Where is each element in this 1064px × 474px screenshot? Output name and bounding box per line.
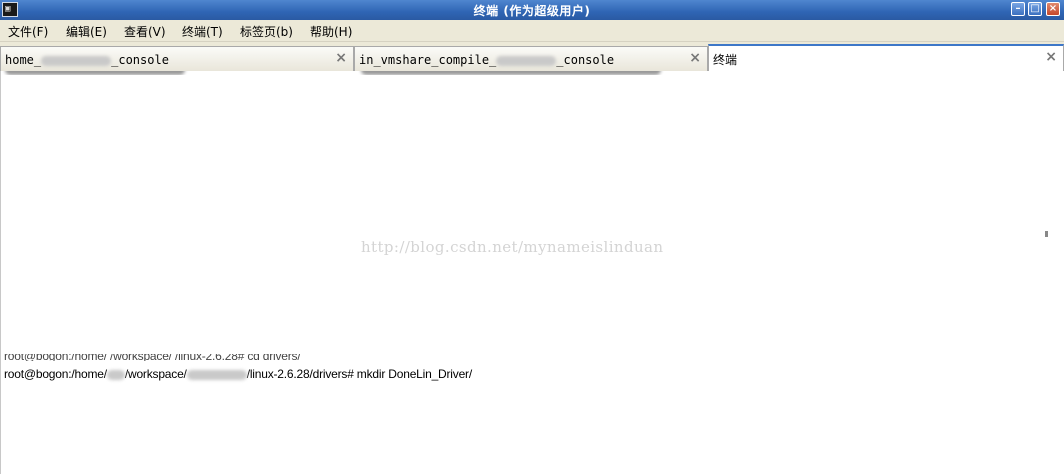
tab-bar: home_ _console × in_vmshare_compile_ _cons… xyxy=(0,42,1064,72)
tab-label: in_vmshare_compile_ _console xyxy=(359,53,614,67)
terminal-output[interactable]: http://blog.csdn.net/mynameislinduan roo… xyxy=(0,71,1064,474)
redacted-text xyxy=(496,55,557,66)
terminal-prompt-line: root@bogon:/home/ /workspace/ /linux-2.6.2… xyxy=(4,367,472,381)
tab-home-console[interactable]: home_ _console × xyxy=(0,46,354,71)
menu-file[interactable]: 文件(F) xyxy=(8,23,48,40)
tab-terminal-active[interactable]: 终端 × xyxy=(708,44,1064,72)
menu-view[interactable]: 查看(V) xyxy=(124,23,166,40)
menu-tabs[interactable]: 标签页(b) xyxy=(240,23,293,40)
menu-help[interactable]: 帮助(H) xyxy=(310,23,352,40)
close-tab-icon[interactable]: × xyxy=(335,50,347,66)
terminal-line-partial: root@bogon:/home/ /workspace/ /linux-2.6… xyxy=(4,354,301,361)
tab-label-prefix: home_ xyxy=(5,53,42,67)
maximize-button[interactable]: □ xyxy=(1028,2,1042,16)
scrolled-text-residue xyxy=(1,71,1064,75)
tab-label: 终端 xyxy=(713,53,738,67)
redacted-text xyxy=(106,369,125,380)
tab-label-prefix: in_vmshare_compile_ xyxy=(359,53,497,67)
redacted-text xyxy=(186,369,247,380)
close-tab-icon[interactable]: × xyxy=(689,50,701,66)
scrollbar[interactable] xyxy=(1045,231,1048,237)
prompt-segment: /workspace/ xyxy=(124,367,187,381)
watermark-text: http://blog.csdn.net/mynameislinduan xyxy=(361,238,664,256)
tab-label: home_ _console xyxy=(5,53,169,67)
menu-terminal[interactable]: 终端(T) xyxy=(182,23,223,40)
tab-vmshare-compile-console[interactable]: in_vmshare_compile_ _console × xyxy=(354,46,708,71)
title-bar[interactable]: ▣ 终端 (作为超级用户) – □ × xyxy=(0,0,1064,20)
tab-label-suffix: _console xyxy=(556,53,615,67)
window-title: 终端 (作为超级用户) xyxy=(473,4,591,18)
minimize-button[interactable]: – xyxy=(1011,2,1025,16)
menu-edit[interactable]: 编辑(E) xyxy=(66,23,107,40)
redacted-text xyxy=(41,55,112,66)
prompt-command: /linux-2.6.28/drivers# mkdir DoneLin_Dri… xyxy=(246,367,472,381)
close-window-button[interactable]: × xyxy=(1046,2,1060,16)
tab-label-suffix: _console xyxy=(111,53,169,67)
prompt-segment: root@bogon:/home/ xyxy=(4,367,107,381)
redacted-text xyxy=(5,71,185,75)
redacted-text xyxy=(361,71,661,75)
menu-bar: 文件(F) 编辑(E) 查看(V) 终端(T) 标签页(b) 帮助(H) xyxy=(0,20,1064,42)
close-tab-icon[interactable]: × xyxy=(1045,49,1057,65)
